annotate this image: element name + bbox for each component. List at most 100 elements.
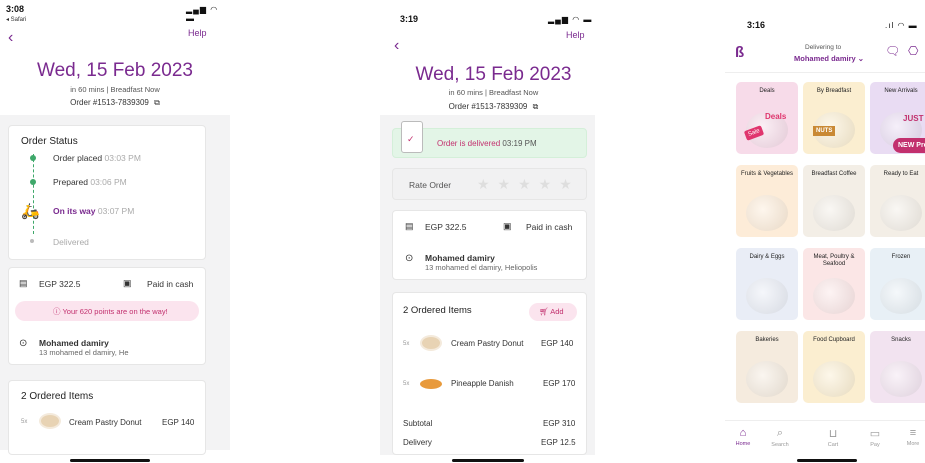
star-rating-icons[interactable]: ★★★★★ bbox=[477, 176, 580, 193]
home-indicator bbox=[70, 459, 150, 462]
category-tile[interactable]: Breadfast Coffee bbox=[803, 165, 865, 237]
category-tile[interactable]: By Breadfast bbox=[803, 82, 865, 154]
step-delivered: Delivered bbox=[53, 237, 89, 247]
order-number: Order #1513-7839309 bbox=[70, 98, 149, 107]
points-text: Your 620 points are on the way! bbox=[62, 307, 168, 316]
back-chevron-icon[interactable]: ‹ bbox=[8, 30, 13, 46]
cash-icon: ▣ bbox=[123, 278, 132, 288]
category-tile-image bbox=[880, 361, 922, 397]
delivery-value: EGP 12.5 bbox=[541, 438, 576, 447]
nav-home[interactable]: ⌂ Home bbox=[728, 427, 758, 447]
payment-method: Paid in cash bbox=[147, 279, 194, 289]
category-tile-label: Dairy & Eggs bbox=[749, 254, 785, 260]
more-icon: ≡ bbox=[909, 427, 917, 439]
add-items-button[interactable]: 🛒︎ Add bbox=[529, 303, 577, 321]
chevron-down-icon: ⌄ bbox=[857, 54, 865, 63]
category-tile[interactable]: Frozen bbox=[870, 248, 925, 320]
delivered-phone-icon: ✓ bbox=[401, 121, 423, 153]
step-dot bbox=[30, 155, 36, 161]
category-tile[interactable]: Bakeries bbox=[736, 331, 798, 403]
address-selector[interactable]: Mohamed damiry ⌄ bbox=[794, 54, 864, 63]
order-eta: in 60 mins | Breadfast Now bbox=[448, 88, 539, 97]
step-dot bbox=[30, 239, 34, 243]
help-link[interactable]: Help bbox=[566, 30, 585, 40]
search-icon: ⌕ bbox=[776, 427, 784, 439]
order-number: Order #1513-7839309 bbox=[448, 102, 528, 111]
nav-more[interactable]: ≡ More bbox=[898, 427, 925, 447]
deals-tag: Deals bbox=[765, 112, 787, 121]
status-time: 3:16 bbox=[747, 20, 766, 30]
delivered-text: Order is delivered 03:19 PM bbox=[437, 139, 537, 148]
back-chevron-icon[interactable]: ‹ bbox=[394, 38, 399, 54]
category-tile-label: Meat, Poultry & Seafood bbox=[813, 254, 855, 268]
order-status-card: Order Status Order placed 03:03 PM Prepa… bbox=[8, 125, 206, 260]
pay-icon: ▭ bbox=[869, 428, 881, 440]
category-tile-label: Food Cupboard bbox=[813, 337, 855, 343]
category-tile[interactable]: Snacks bbox=[870, 331, 925, 403]
category-tile[interactable]: Fruits & Vegetables bbox=[736, 165, 798, 237]
order-status-screen: 3:08 ◂ Safari ▂▄▆ ◠ ▬ ‹ Help Wed, 15 Feb… bbox=[0, 0, 230, 463]
signal-wifi-battery-icon: .ıl ◠ ▬ bbox=[885, 21, 918, 30]
chat-icon[interactable]: 🗨︎ bbox=[885, 44, 900, 58]
item-price: EGP 170 bbox=[543, 379, 576, 388]
item-name[interactable]: Cream Pastry Donut bbox=[451, 339, 523, 348]
step-prepared: Prepared 03:06 PM bbox=[53, 177, 127, 187]
copy-icon[interactable]: ⧉ bbox=[154, 98, 160, 107]
ordered-items-card: 2 Ordered Items 🛒︎ Add 5x Cream Pastry D… bbox=[392, 292, 587, 455]
category-tile-image bbox=[880, 195, 922, 231]
category-tile-image bbox=[746, 278, 788, 314]
category-tile-label: Bakeries bbox=[755, 337, 779, 343]
nav-search[interactable]: ⌕ Search bbox=[765, 427, 795, 448]
copy-icon[interactable]: ⧉ bbox=[533, 102, 539, 111]
item-name[interactable]: Pineapple Danish bbox=[451, 379, 514, 388]
progress-line bbox=[33, 154, 34, 234]
customer-address: 13 mohamed el damiry, He bbox=[39, 348, 129, 357]
category-tile-label: New Arrivals bbox=[884, 88, 918, 94]
nav-cart[interactable]: ⊔ Cart bbox=[818, 427, 848, 448]
delivered-banner: ✓ Order is delivered 03:19 PM bbox=[392, 121, 587, 158]
category-tile[interactable]: Dairy & Eggs bbox=[736, 248, 798, 320]
item-qty: 5x bbox=[21, 419, 28, 425]
just-in-tag: JUST IN bbox=[903, 114, 925, 123]
gift-icon[interactable]: ⎔ bbox=[908, 44, 918, 58]
category-tile[interactable]: Food Cupboard bbox=[803, 331, 865, 403]
nav-pay[interactable]: ▭ Pay bbox=[860, 427, 890, 448]
header-divider bbox=[725, 72, 925, 73]
category-tile-label: By Breadfast bbox=[816, 88, 852, 94]
home-indicator bbox=[452, 459, 524, 462]
order-total: EGP 322.5 bbox=[425, 222, 467, 232]
category-tile-label: Ready to Eat bbox=[883, 171, 919, 177]
order-number-row: Order #1513-7839309 ⧉ bbox=[0, 98, 230, 108]
category-tile[interactable]: Ready to Eat bbox=[870, 165, 925, 237]
customer-name: Mohamed damiry bbox=[425, 253, 495, 263]
item-qty: 5x bbox=[403, 341, 410, 347]
delivering-to-label: Delivering to bbox=[805, 44, 842, 51]
category-tile-image bbox=[813, 361, 855, 397]
item-qty: 5x bbox=[403, 381, 410, 387]
category-tile-label: Frozen bbox=[891, 254, 911, 260]
order-delivered-screen: 3:19 ▂▄▆ ◠ ▬ ‹ Help Wed, 15 Feb 2023 in … bbox=[380, 0, 595, 463]
points-icon: ⓘ bbox=[53, 307, 61, 316]
subtotal-value: EGP 310 bbox=[543, 419, 576, 428]
status-time: 3:19 bbox=[400, 14, 419, 24]
help-link[interactable]: Help bbox=[188, 28, 207, 38]
donut-image bbox=[39, 413, 61, 429]
cart-icon: ⊔ bbox=[828, 428, 838, 440]
category-tile-image bbox=[813, 195, 855, 231]
location-pin-icon: ⊙ bbox=[405, 253, 414, 264]
nuts-pack: NUTS bbox=[813, 126, 836, 136]
breadfast-logo-icon[interactable]: ß bbox=[735, 44, 744, 61]
rate-order-card[interactable]: Rate Order ★★★★★ bbox=[392, 168, 587, 200]
donut-image bbox=[420, 335, 442, 351]
category-tile[interactable]: Meat, Poultry & Seafood bbox=[803, 248, 865, 320]
points-banner: ⓘ Your 620 points are on the way! bbox=[15, 301, 199, 321]
order-date: Wed, 15 Feb 2023 bbox=[37, 60, 193, 81]
payment-method: Paid in cash bbox=[526, 222, 573, 232]
back-to-safari[interactable]: ◂ Safari bbox=[6, 16, 26, 23]
category-tile-image bbox=[746, 361, 788, 397]
item-name[interactable]: Cream Pastry Donut bbox=[69, 418, 141, 427]
order-number-row: Order #1513-7839309 ⧉ bbox=[386, 102, 595, 112]
danish-image bbox=[420, 379, 442, 389]
payment-card: ▤ EGP 322.5 ▣ Paid in cash ⓘ Your 620 po… bbox=[8, 267, 206, 365]
subtotal-label: Subtotal bbox=[403, 419, 433, 428]
